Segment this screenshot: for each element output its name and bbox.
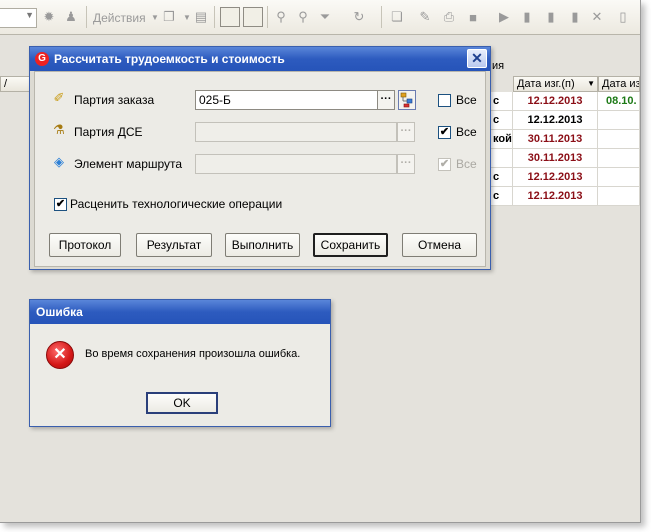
- close-button[interactable]: ✕: [467, 49, 487, 68]
- dialog-title: Рассчитать трудоемкость и стоимость: [54, 52, 285, 66]
- grid-view-toggle[interactable]: [243, 7, 263, 27]
- window-icon[interactable]: ❏: [388, 8, 406, 26]
- dse-batch-all-checkbox[interactable]: ✔: [438, 126, 451, 139]
- play-icon[interactable]: ▶: [495, 8, 513, 26]
- actions-menu[interactable]: Действия: [93, 11, 146, 25]
- table-cell-date: 30.11.2013: [513, 130, 598, 149]
- chevron-down-icon: ▼: [587, 79, 595, 88]
- table-cell-date2: [598, 130, 640, 149]
- result-button[interactable]: Результат: [136, 233, 212, 257]
- document-icon[interactable]: ✎: [416, 8, 434, 26]
- table-cell-date2: 08.10.: [598, 92, 640, 111]
- toolbar-separator: [86, 6, 87, 28]
- dse-batch-browse-button[interactable]: ···: [397, 122, 415, 142]
- order-batch-all-checkbox[interactable]: [438, 94, 451, 107]
- pages-icon[interactable]: ▮: [542, 8, 560, 26]
- table-cell-date: 30.11.2013: [513, 149, 598, 168]
- split-icon[interactable]: ▯: [614, 8, 632, 26]
- table-cell: с: [491, 187, 513, 206]
- grid-header-fragment: ия: [492, 60, 505, 72]
- route-element-icon: ◈: [54, 154, 64, 169]
- tree-pick-icon: [400, 92, 413, 108]
- refresh-icon[interactable]: ↻: [350, 8, 368, 26]
- export-icon[interactable]: ▮: [566, 8, 584, 26]
- table-cell-date: 12.12.2013: [513, 168, 598, 187]
- app-logo-icon: G: [35, 52, 49, 66]
- page-icon[interactable]: ▮: [518, 8, 536, 26]
- table-cell-date: 12.12.2013: [513, 187, 598, 206]
- price-ops-label: Расценить технологические операции: [70, 197, 283, 211]
- save-button[interactable]: Сохранить: [313, 233, 388, 257]
- table-cell: с: [491, 111, 513, 130]
- toolbar-combo[interactable]: ▼: [0, 8, 37, 28]
- table-cell: с: [491, 92, 513, 111]
- toolbar: ▼ ✹ ♟ Действия ▼ ❐ ▼ ▤ ⚲ ⚲ ⏷ ↻ ❏ ✎ ⎙ ■ ▶…: [0, 0, 640, 35]
- dialog-titlebar[interactable]: G Рассчитать трудоемкость и стоимость ✕: [30, 47, 490, 71]
- dse-batch-label: Партия ДСЕ: [74, 125, 143, 139]
- filter-icon[interactable]: ⏷: [316, 8, 334, 26]
- order-batch-label: Партия заказа: [74, 93, 155, 107]
- error-dialog: Ошибка ✕ Во время сохранения произошла о…: [29, 299, 331, 427]
- execute-button[interactable]: Выполнить: [225, 233, 300, 257]
- dse-batch-field[interactable]: [195, 122, 397, 142]
- order-batch-pick-button[interactable]: [398, 90, 416, 110]
- batch-icon: ✐: [53, 90, 65, 105]
- column-header-date2[interactable]: Дата изг: [598, 76, 640, 92]
- toolbar-separator: [267, 6, 268, 28]
- toolbar-separator: [214, 6, 215, 28]
- error-message: Во время сохранения произошла ошибка.: [85, 348, 301, 360]
- table-cell-date: 12.12.2013: [513, 111, 598, 130]
- route-element-field[interactable]: [195, 154, 397, 174]
- search-next-icon[interactable]: ⚲: [294, 8, 312, 26]
- cancel-button[interactable]: Отмена: [402, 233, 477, 257]
- copy-icon[interactable]: ❐: [160, 8, 178, 26]
- order-batch-browse-button[interactable]: ···: [377, 90, 395, 110]
- search-icon[interactable]: ⚲: [272, 8, 290, 26]
- list-view-toggle[interactable]: [220, 7, 240, 27]
- route-element-all-checkbox[interactable]: ✔: [438, 158, 451, 171]
- order-batch-all-label: Все: [456, 93, 477, 107]
- route-element-label: Элемент маршрута: [74, 157, 183, 171]
- toolbar-separator: [381, 6, 382, 28]
- route-element-browse-button[interactable]: ···: [397, 154, 415, 174]
- error-title: Ошибка: [36, 305, 83, 319]
- dse-batch-all-label: Все: [456, 125, 477, 139]
- clipboard-icon[interactable]: ▤: [192, 8, 210, 26]
- table-cell: [491, 149, 513, 168]
- calc-dialog: G Рассчитать трудоемкость и стоимость ✕ …: [29, 46, 491, 270]
- order-batch-field[interactable]: 025-Б: [195, 90, 379, 110]
- chevron-down-icon: ▼: [25, 10, 34, 20]
- close-icon[interactable]: ✕: [588, 8, 606, 26]
- user-key-icon[interactable]: ♟: [62, 8, 80, 26]
- table-cell: с: [491, 168, 513, 187]
- dse-icon: ⚗: [53, 122, 65, 137]
- table-cell-date2: [598, 111, 640, 130]
- app-window: ▼ ✹ ♟ Действия ▼ ❐ ▼ ▤ ⚲ ⚲ ⏷ ↻ ❏ ✎ ⎙ ■ ▶…: [0, 0, 641, 523]
- column-header-date[interactable]: Дата изг.(п) ▼: [513, 76, 598, 92]
- error-icon: ✕: [46, 341, 74, 369]
- dialog-body: ✐ Партия заказа 025-Б ··· Все ⚗ Партия Д…: [34, 71, 486, 267]
- ok-button[interactable]: OK: [146, 392, 218, 414]
- error-titlebar[interactable]: Ошибка: [30, 300, 330, 324]
- table-cell: кой: [491, 130, 513, 149]
- table-cell-date: 12.12.2013: [513, 92, 598, 111]
- protocol-button[interactable]: Протокол: [49, 233, 121, 257]
- print-icon[interactable]: ⎙: [440, 8, 458, 26]
- table-cell-date2: [598, 149, 640, 168]
- table-cell-date2: [598, 187, 640, 206]
- price-ops-checkbox[interactable]: ✔: [54, 198, 67, 211]
- route-element-all-label: Все: [456, 157, 477, 171]
- table-cell-date2: [598, 168, 640, 187]
- stop-icon[interactable]: ■: [464, 8, 482, 26]
- gear-icon[interactable]: ✹: [40, 8, 58, 26]
